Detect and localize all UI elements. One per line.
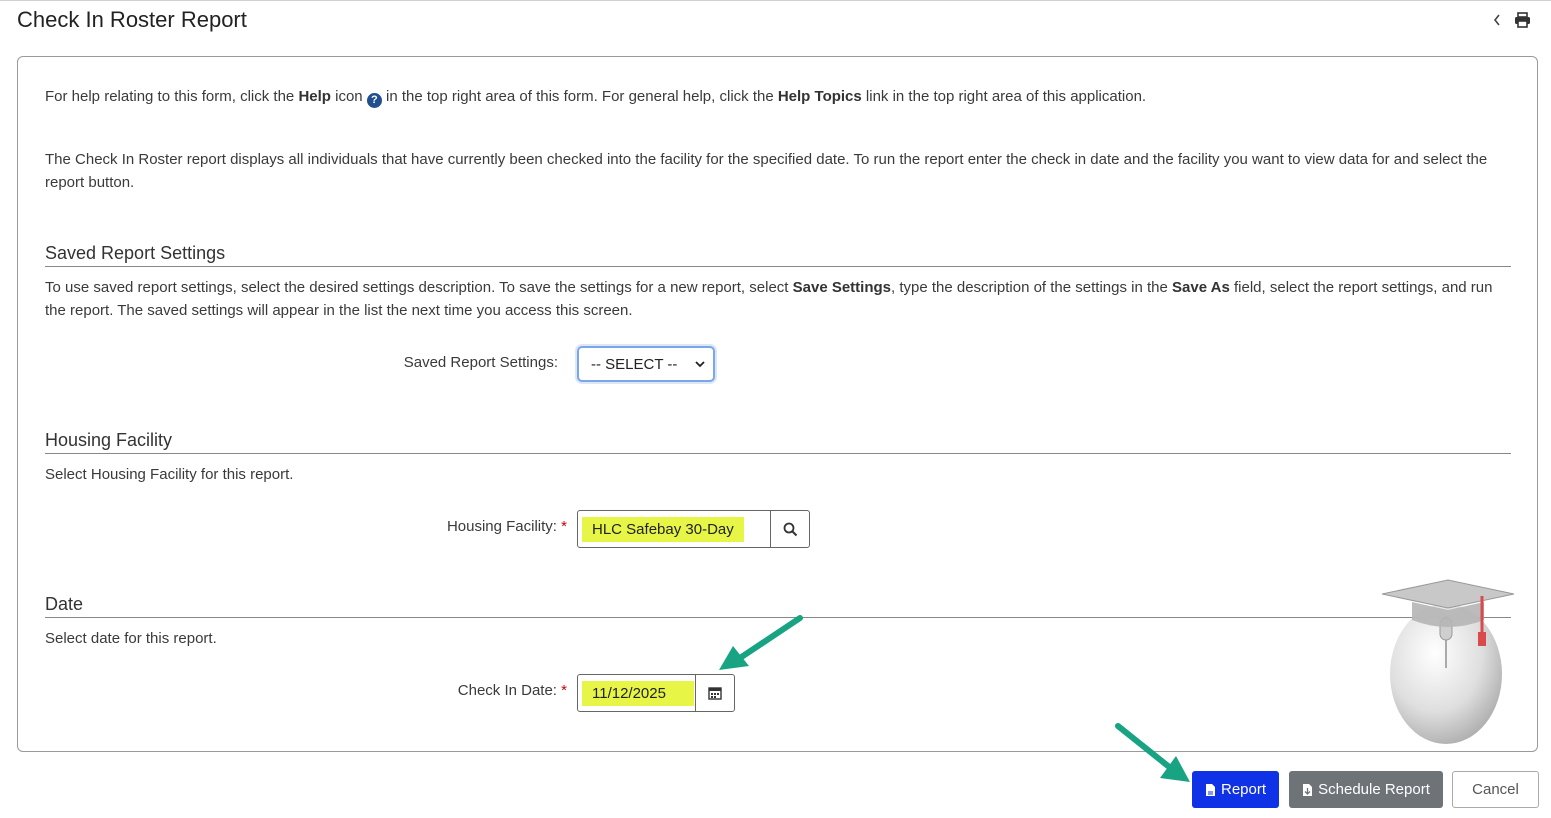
- chevron-down-icon: [695, 361, 705, 368]
- check-in-date-input[interactable]: 11/12/2025: [578, 675, 695, 711]
- report-button[interactable]: Report: [1192, 771, 1279, 808]
- file-pdf-icon: [1205, 783, 1215, 796]
- arrow-annotation-report: [1115, 723, 1190, 782]
- required-marker: *: [561, 682, 567, 699]
- housing-label: Housing Facility: *: [446, 518, 567, 535]
- housing-heading: Housing Facility: [45, 430, 1511, 454]
- saved-settings-label: Saved Report Settings:: [403, 354, 558, 371]
- chevron-left-icon[interactable]: [1492, 13, 1502, 31]
- print-icon[interactable]: [1514, 12, 1531, 32]
- required-marker: *: [561, 518, 567, 535]
- housing-facility-field: HLC Safebay 30-Day: [577, 510, 810, 548]
- header-icons: [1492, 12, 1531, 32]
- file-download-icon: [1303, 783, 1313, 796]
- arrow-annotation-date: [719, 615, 803, 670]
- saved-settings-heading: Saved Report Settings: [45, 243, 1511, 267]
- search-icon: [783, 522, 797, 536]
- check-in-date-field: 11/12/2025: [577, 674, 735, 712]
- mouse-mascot-illustration: [1381, 579, 1515, 744]
- housing-description: Select Housing Facility for this report.: [45, 466, 294, 483]
- select-value: -- SELECT --: [591, 355, 678, 373]
- help-icon[interactable]: ?: [366, 93, 382, 108]
- cancel-button[interactable]: Cancel: [1452, 771, 1539, 808]
- date-picker-button[interactable]: [695, 675, 734, 711]
- calendar-icon: [708, 687, 722, 700]
- page-title: Check In Roster Report: [17, 7, 247, 32]
- housing-facility-input[interactable]: HLC Safebay 30-Day: [578, 511, 770, 547]
- check-in-date-label: Check In Date: *: [457, 682, 567, 699]
- report-description: The Check In Roster report displays all …: [45, 151, 1488, 191]
- help-text: For help relating to this form, click th…: [45, 88, 1147, 108]
- schedule-report-button[interactable]: Schedule Report: [1289, 771, 1443, 808]
- saved-settings-select[interactable]: -- SELECT --: [577, 346, 715, 382]
- housing-search-button[interactable]: [770, 511, 809, 547]
- top-border: [0, 0, 1551, 1]
- saved-settings-description: To use saved report settings, select the…: [45, 279, 1493, 319]
